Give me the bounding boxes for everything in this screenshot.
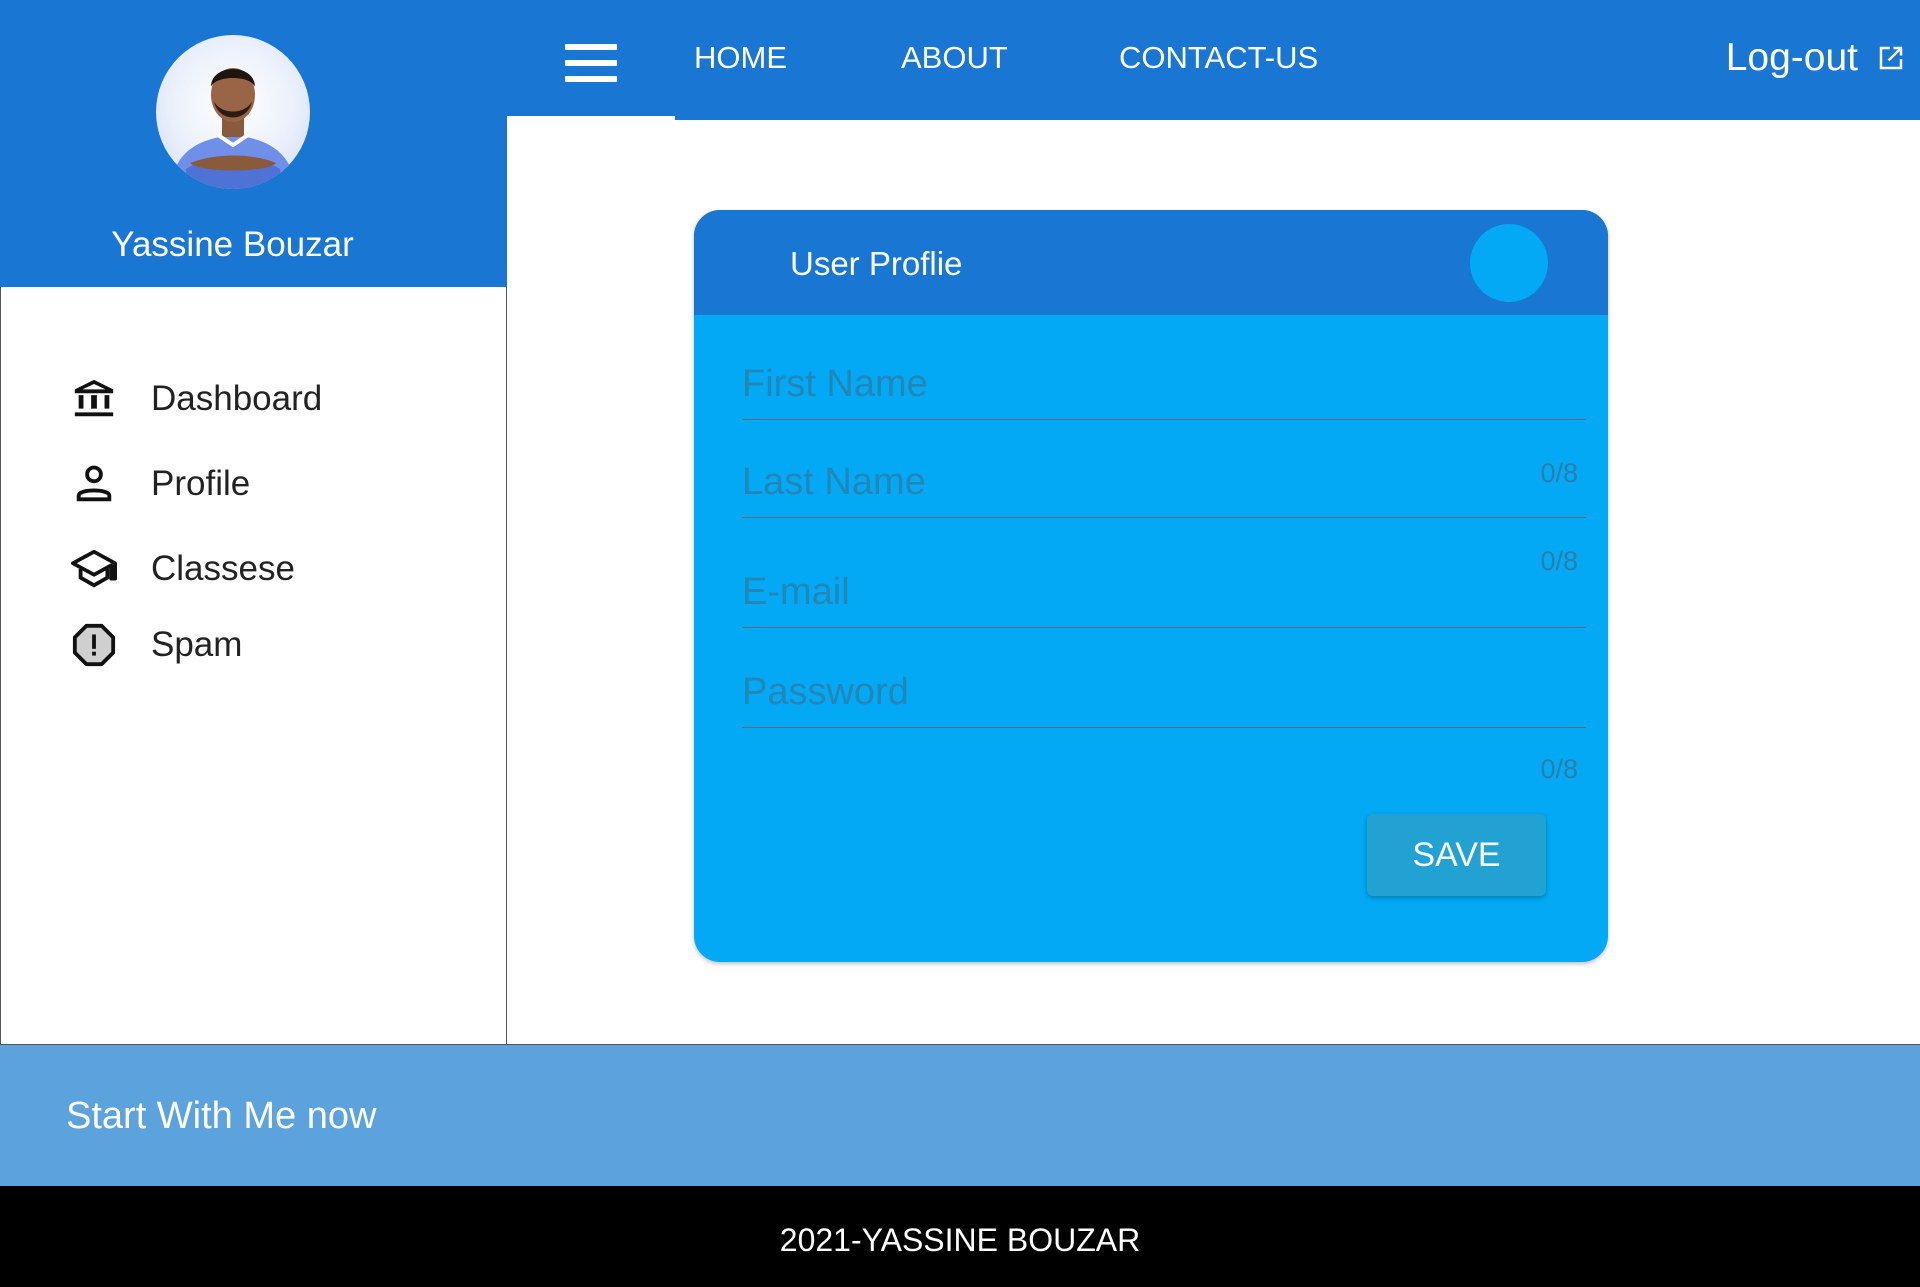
alert-octagon-icon xyxy=(71,620,121,670)
sidebar-item-classese[interactable]: Classese xyxy=(71,541,295,597)
sidebar-item-profile[interactable]: Profile xyxy=(71,456,250,512)
card-title: User Proflie xyxy=(790,245,963,282)
banner-link[interactable]: Start With Me now xyxy=(66,1095,376,1138)
open-in-new-icon xyxy=(1879,46,1903,70)
footer: 2021-YASSINE BOUZAR xyxy=(0,1186,1920,1287)
save-button[interactable]: SAVE xyxy=(1367,814,1546,896)
sidebar-item-spam[interactable]: Spam xyxy=(71,617,242,673)
sidebar-item-dashboard[interactable]: Dashboard xyxy=(71,371,322,427)
user-name: Yassine Bouzar xyxy=(111,225,354,264)
promo-banner: Start With Me now xyxy=(0,1044,1920,1186)
active-tab-indicator xyxy=(507,116,675,120)
nav-home[interactable]: HOME xyxy=(694,40,787,76)
sidebar-item-label: Dashboard xyxy=(151,379,323,418)
card-header: User Proflie xyxy=(694,210,1608,315)
avatar xyxy=(156,35,310,189)
first-name-field[interactable] xyxy=(742,350,1586,420)
sidebar-menu: Dashboard Profile Classese Spam xyxy=(0,287,507,1044)
hamburger-menu-icon[interactable] xyxy=(507,0,675,120)
profile-avatar-button[interactable] xyxy=(1470,224,1548,302)
sidebar-item-label: Profile xyxy=(151,464,251,503)
bank-icon xyxy=(71,374,121,424)
avatar-image xyxy=(170,68,296,189)
copyright-text: 2021-YASSINE BOUZAR xyxy=(779,1222,1141,1258)
top-app-bar: HOME ABOUT CONTACT-US Log-out xyxy=(507,0,1920,120)
sidebar-item-label: Spam xyxy=(151,625,243,664)
password-counter: 0/8 xyxy=(1540,754,1578,784)
logout-label: Log-out xyxy=(1725,36,1858,79)
sidebar-header: Yassine Bouzar xyxy=(0,0,507,287)
school-cap-icon xyxy=(71,544,121,594)
logout-button[interactable]: Log-out xyxy=(1726,36,1906,80)
email-field[interactable] xyxy=(742,558,1586,628)
nav-about[interactable]: ABOUT xyxy=(901,40,1008,76)
sidebar-item-label: Classese xyxy=(151,549,295,588)
nav-contact-us[interactable]: CONTACT-US xyxy=(1119,40,1318,76)
person-icon xyxy=(71,459,121,509)
last-name-field[interactable] xyxy=(742,448,1586,518)
password-field[interactable] xyxy=(742,658,1586,728)
user-profile-card: User Proflie 0/8 0/8 0/8 SAVE xyxy=(694,210,1608,962)
